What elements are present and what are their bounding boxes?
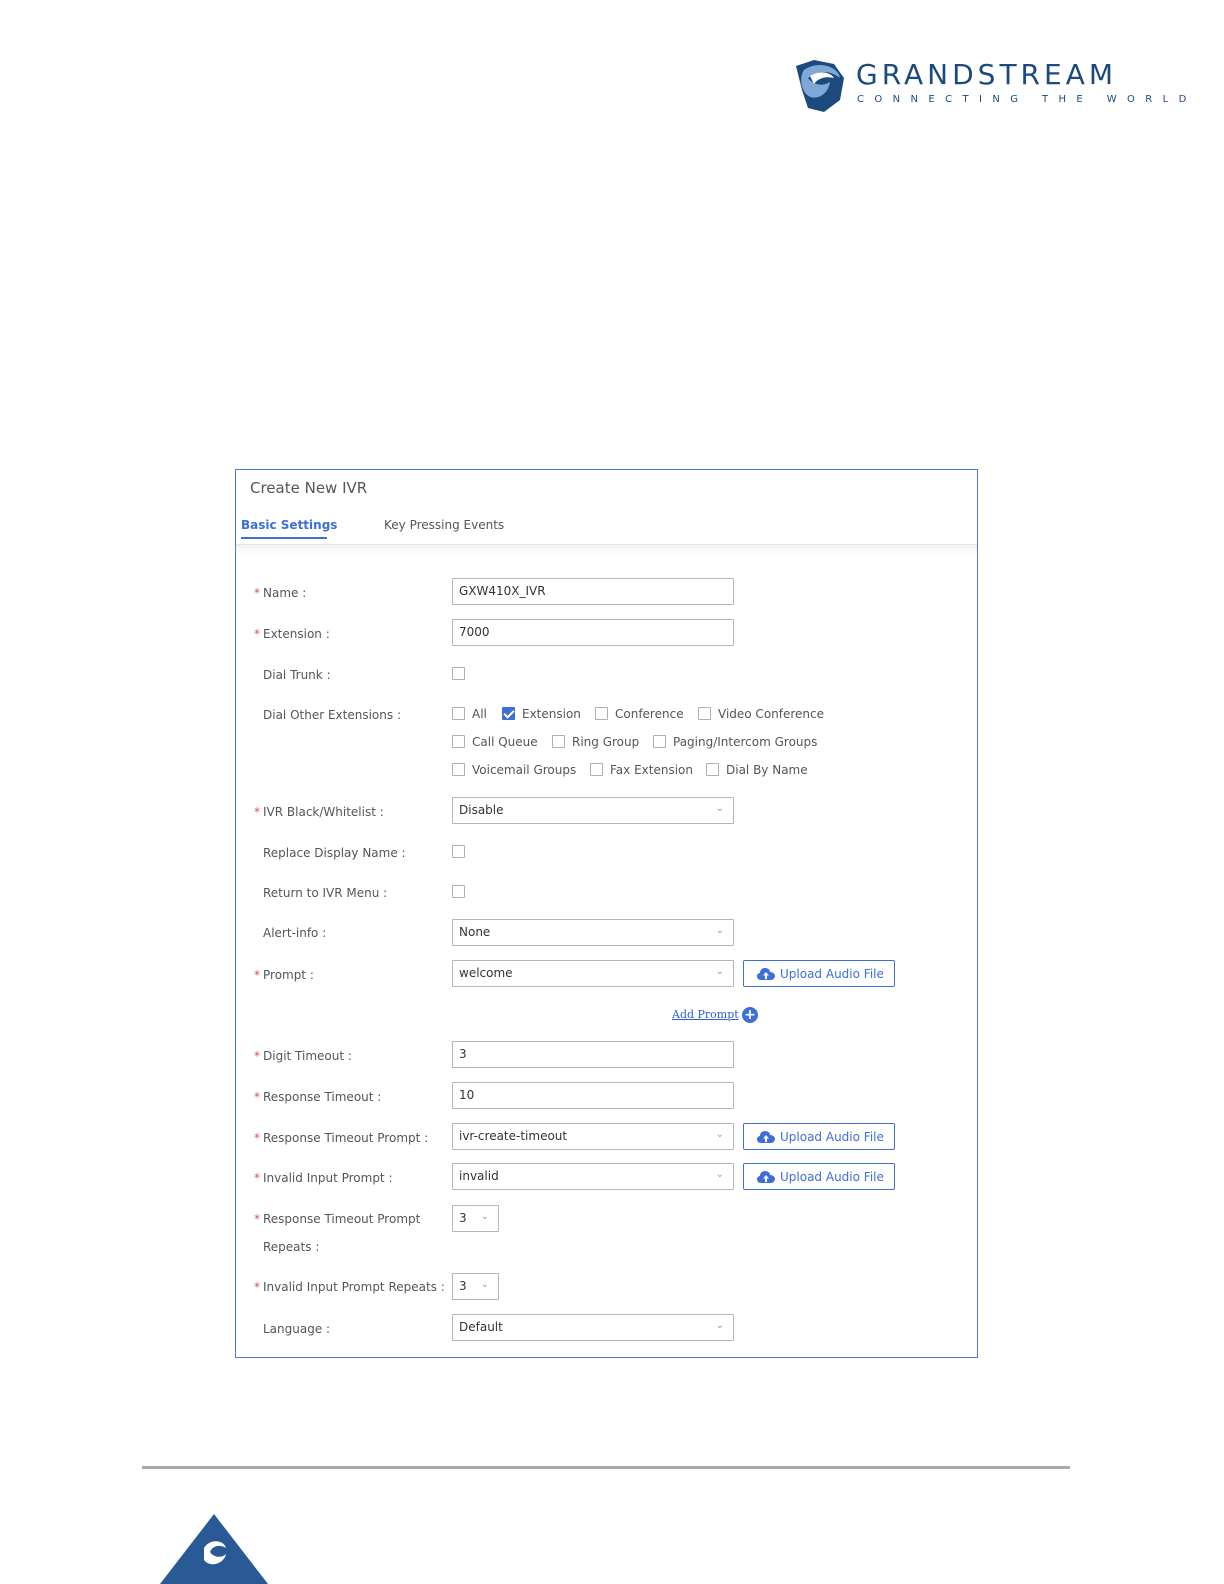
conference-option-label: Conference bbox=[615, 707, 684, 721]
call-queue-checkbox[interactable] bbox=[452, 735, 465, 748]
language-label: Language : bbox=[263, 1322, 331, 1336]
extension-option-label: Extension bbox=[522, 707, 581, 721]
call-queue-option-label: Call Queue bbox=[472, 735, 538, 749]
chevron-down-icon: ⌄ bbox=[715, 966, 724, 977]
replace-display-name-checkbox[interactable] bbox=[452, 845, 465, 858]
all-checkbox[interactable] bbox=[452, 707, 465, 720]
panel-title: Create New IVR bbox=[250, 479, 368, 497]
response-timeout-input[interactable]: 10 bbox=[452, 1082, 734, 1109]
footer-divider bbox=[142, 1466, 1070, 1469]
cloud-upload-icon bbox=[757, 1171, 775, 1183]
cloud-upload-icon bbox=[757, 1131, 775, 1143]
voicemail-groups-option-label: Voicemail Groups bbox=[472, 763, 577, 777]
dial-other-extensions-label: Dial Other Extensions : bbox=[263, 708, 401, 722]
required-marker: * bbox=[254, 1212, 260, 1226]
fax-extension-checkbox[interactable] bbox=[590, 763, 603, 776]
prompt-label: * Prompt : bbox=[254, 968, 314, 982]
response-timeout-prompt-repeats-select[interactable]: 3 ⌄ bbox=[452, 1205, 499, 1232]
response-timeout-prompt-select[interactable]: ivr-create-timeout ⌄ bbox=[452, 1123, 734, 1150]
ivr-black-whitelist-label: * IVR Black/Whitelist : bbox=[254, 805, 384, 819]
chevron-down-icon: ⌄ bbox=[715, 803, 724, 814]
required-marker: * bbox=[254, 586, 260, 600]
paging-intercom-option-label: Paging/Intercom Groups bbox=[673, 735, 818, 749]
brand-name: GRANDSTREAM bbox=[856, 58, 1118, 91]
return-to-ivr-menu-checkbox[interactable] bbox=[452, 885, 465, 898]
tab-key-pressing-events[interactable]: Key Pressing Events bbox=[384, 518, 504, 532]
all-option-label: All bbox=[472, 707, 487, 721]
required-marker: * bbox=[254, 1171, 260, 1185]
chevron-down-icon: ⌄ bbox=[715, 1320, 724, 1331]
voicemail-groups-checkbox[interactable] bbox=[452, 763, 465, 776]
chevron-down-icon: ⌄ bbox=[715, 1129, 724, 1140]
response-timeout-prompt-repeats-label-line2: Repeats : bbox=[263, 1240, 320, 1254]
add-circle-icon[interactable]: + bbox=[742, 1007, 758, 1023]
chevron-down-icon: ⌄ bbox=[715, 1169, 724, 1180]
response-timeout-upload-audio-button[interactable]: Upload Audio File bbox=[743, 1123, 895, 1150]
name-label: * Name : bbox=[254, 586, 307, 600]
invalid-input-prompt-repeats-select[interactable]: 3 ⌄ bbox=[452, 1273, 499, 1300]
tab-divider bbox=[236, 545, 977, 555]
digit-timeout-label: * Digit Timeout : bbox=[254, 1049, 352, 1063]
chevron-down-icon: ⌄ bbox=[480, 1211, 489, 1222]
conference-checkbox[interactable] bbox=[595, 707, 608, 720]
dial-trunk-label: Dial Trunk : bbox=[263, 668, 331, 682]
brand-tagline: CONNECTING THE WORLD bbox=[857, 94, 1197, 105]
ring-group-option-label: Ring Group bbox=[572, 735, 640, 749]
language-select[interactable]: Default ⌄ bbox=[452, 1314, 734, 1341]
return-to-ivr-menu-label: Return to IVR Menu : bbox=[263, 886, 388, 900]
tab-basic-settings[interactable]: Basic Settings bbox=[241, 518, 337, 532]
response-timeout-label: * Response Timeout : bbox=[254, 1090, 382, 1104]
invalid-input-prompt-label: * Invalid Input Prompt : bbox=[254, 1171, 393, 1185]
replace-display-name-label: Replace Display Name : bbox=[263, 846, 406, 860]
invalid-input-prompt-repeats-label: * Invalid Input Prompt Repeats : bbox=[254, 1280, 445, 1294]
alert-info-label: Alert-info : bbox=[263, 926, 327, 940]
ivr-black-whitelist-select[interactable]: Disable ⌄ bbox=[452, 797, 734, 824]
response-timeout-prompt-label: * Response Timeout Prompt : bbox=[254, 1131, 429, 1145]
chevron-down-icon: ⌄ bbox=[715, 925, 724, 936]
required-marker: * bbox=[254, 627, 260, 641]
prompt-select[interactable]: welcome ⌄ bbox=[452, 960, 734, 987]
name-input[interactable]: GXW410X_IVR bbox=[452, 578, 734, 605]
invalid-input-prompt-select[interactable]: invalid ⌄ bbox=[452, 1163, 734, 1190]
required-marker: * bbox=[254, 968, 260, 982]
create-ivr-panel: Create New IVR Basic Settings Key Pressi… bbox=[235, 469, 978, 1358]
required-marker: * bbox=[254, 1131, 260, 1145]
ring-group-checkbox[interactable] bbox=[552, 735, 565, 748]
alert-info-select[interactable]: None ⌄ bbox=[452, 919, 734, 946]
video-conference-option-label: Video Conference bbox=[718, 707, 825, 721]
extension-input[interactable]: 7000 bbox=[452, 619, 734, 646]
dial-trunk-checkbox[interactable] bbox=[452, 667, 465, 680]
required-marker: * bbox=[254, 805, 260, 819]
required-marker: * bbox=[254, 1280, 260, 1294]
extension-checkbox[interactable] bbox=[502, 707, 515, 720]
required-marker: * bbox=[254, 1090, 260, 1104]
grandstream-logo-icon bbox=[796, 60, 844, 112]
response-timeout-prompt-repeats-label: * Response Timeout Prompt bbox=[254, 1212, 421, 1226]
footer-logo-icon bbox=[160, 1514, 268, 1584]
cloud-upload-icon bbox=[757, 968, 775, 980]
chevron-down-icon: ⌄ bbox=[480, 1279, 489, 1290]
paging-intercom-checkbox[interactable] bbox=[653, 735, 666, 748]
tab-bar: Basic Settings Key Pressing Events bbox=[236, 514, 977, 545]
dial-by-name-checkbox[interactable] bbox=[706, 763, 719, 776]
required-marker: * bbox=[254, 1049, 260, 1063]
invalid-input-upload-audio-button[interactable]: Upload Audio File bbox=[743, 1163, 895, 1190]
active-tab-indicator bbox=[241, 537, 327, 539]
add-prompt-link[interactable]: Add Prompt bbox=[672, 1008, 739, 1021]
video-conference-checkbox[interactable] bbox=[698, 707, 711, 720]
brand-logo: GRANDSTREAM CONNECTING THE WORLD bbox=[794, 56, 1186, 116]
prompt-upload-audio-button[interactable]: Upload Audio File bbox=[743, 960, 895, 987]
digit-timeout-input[interactable]: 3 bbox=[452, 1041, 734, 1068]
dial-by-name-option-label: Dial By Name bbox=[726, 763, 808, 777]
fax-extension-option-label: Fax Extension bbox=[610, 763, 693, 777]
extension-label: * Extension : bbox=[254, 627, 330, 641]
